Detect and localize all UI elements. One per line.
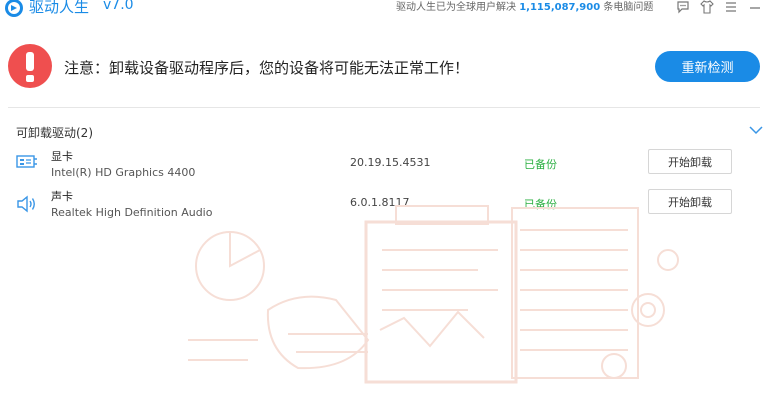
user-stats-suffix: 条电脑问题	[603, 2, 654, 13]
menu-icon[interactable]	[724, 0, 738, 14]
uninstall-button[interactable]: 开始卸载	[648, 149, 732, 174]
divider	[8, 107, 760, 108]
minimize-icon[interactable]	[748, 0, 762, 14]
app-name: 驱动人生	[29, 0, 90, 16]
driver-version: 20.19.15.4531	[350, 156, 431, 169]
speaker-icon	[17, 195, 35, 213]
redetect-button[interactable]: 重新检测	[655, 51, 760, 82]
app-logo-icon	[5, 0, 23, 17]
driver-type: 声卡	[51, 190, 73, 203]
driver-name: Intel(R) HD Graphics 4400	[51, 166, 196, 179]
chevron-down-icon[interactable]	[748, 124, 764, 136]
title-bar: 驱动人生 v7.0 驱动人生已为全球用户解决 1,115,087,900 条电脑…	[0, 0, 768, 17]
feedback-icon[interactable]	[676, 0, 690, 14]
background-illustration	[188, 205, 679, 384]
warning-exclamation-dot	[26, 75, 34, 82]
backup-status: 已备份	[524, 158, 557, 171]
user-stats: 驱动人生已为全球用户解决 1,115,087,900 条电脑问题	[396, 0, 653, 13]
app-version: v7.0	[103, 0, 134, 13]
driver-type: 显卡	[51, 150, 73, 163]
section-title: 可卸载驱动(2)	[16, 126, 93, 140]
warning-exclamation-bar	[26, 52, 34, 71]
warning-message: 注意：卸载设备驱动程序后，您的设备将可能无法正常工作！	[64, 59, 470, 77]
user-stats-prefix: 驱动人生已为全球用户解决	[396, 2, 516, 13]
user-stats-count: 1,115,087,900	[519, 2, 601, 13]
skin-icon[interactable]	[700, 0, 714, 14]
display-card-icon	[16, 155, 37, 168]
driver-row-display: 显卡 Intel(R) HD Graphics 4400 20.19.15.45…	[0, 148, 768, 188]
